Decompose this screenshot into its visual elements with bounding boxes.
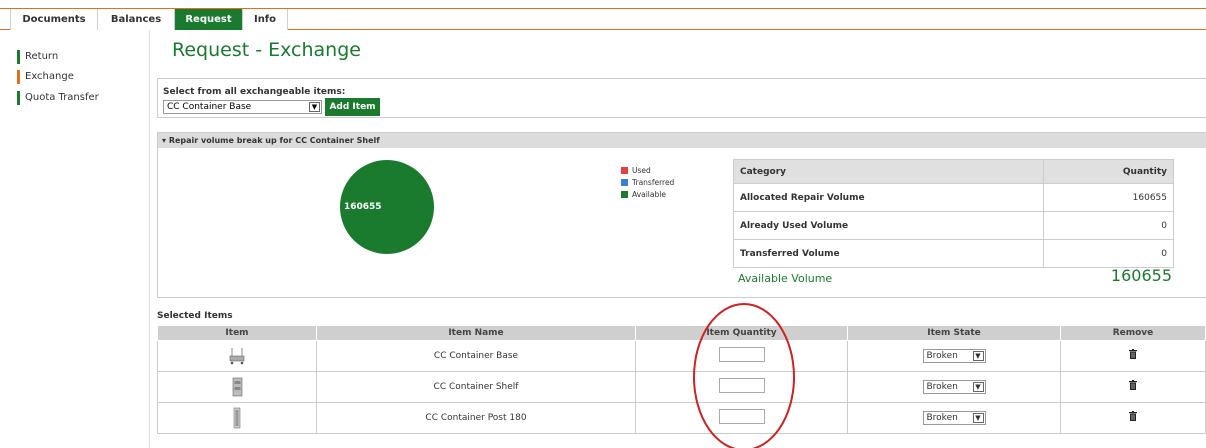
item-state-select[interactable]: Broken ▼ <box>922 410 986 425</box>
item-state-value: Broken <box>926 350 958 361</box>
tab-balances[interactable]: Balances <box>98 9 175 30</box>
repair-volume-panel: ▾ Repair volume break up for CC Containe… <box>157 132 1206 298</box>
item-selector-box: Select from all exchangeable items: CC C… <box>157 78 1206 118</box>
column-header-item-name: Item Name <box>316 326 636 341</box>
collapse-triangle-icon: ▾ <box>162 136 167 145</box>
legend-available-label: Available <box>632 190 666 199</box>
column-header-category: Category <box>733 159 1044 184</box>
repair-panel-header[interactable]: ▾ Repair volume break up for CC Containe… <box>158 133 1206 148</box>
item-quantity-input[interactable] <box>718 346 765 362</box>
repair-volume-table: Category Quantity Allocated Repair Volum… <box>733 159 1174 268</box>
category-cell: Already Used Volume <box>733 211 1044 240</box>
add-item-button[interactable]: Add Item <box>325 98 380 116</box>
legend-used: Used <box>621 165 674 177</box>
quantity-cell: 0 <box>1043 239 1174 268</box>
chevron-down-icon[interactable]: ▼ <box>972 350 984 361</box>
item-name-cell: CC Container Base <box>316 339 636 372</box>
trash-icon[interactable] <box>1129 349 1137 359</box>
item-state-select[interactable]: Broken ▼ <box>922 348 986 363</box>
tab-request[interactable]: Request <box>175 9 243 30</box>
column-header-item: Item <box>157 326 317 341</box>
tab-documents[interactable]: Documents <box>10 9 98 30</box>
pie-legend: Used Transferred Available <box>621 165 674 201</box>
item-quantity-cell <box>635 339 848 372</box>
table-row: Already Used Volume 0 <box>733 211 1174 240</box>
quantity-cell: 160655 <box>1043 183 1174 212</box>
chevron-down-icon[interactable]: ▼ <box>972 381 984 392</box>
sidebar-item-exchange[interactable]: Exchange <box>17 70 74 84</box>
transferred-swatch <box>621 179 628 186</box>
remove-cell <box>1060 401 1206 434</box>
item-quantity-input[interactable] <box>718 377 765 393</box>
main-tabs: Documents Balances Request Info <box>10 9 288 30</box>
item-state-cell: Broken ▼ <box>847 370 1061 403</box>
item-name-cell: CC Container Post 180 <box>316 401 636 434</box>
item-state-cell: Broken ▼ <box>847 339 1061 372</box>
column-header-remove: Remove <box>1060 326 1206 341</box>
container-base-thumbnail <box>229 347 245 364</box>
quantity-cell: 0 <box>1043 211 1174 240</box>
item-thumb-cell <box>157 401 317 434</box>
selected-item-text: CC Container Base <box>167 102 252 112</box>
item-quantity-cell <box>635 370 848 403</box>
table-row: Allocated Repair Volume 160655 <box>733 183 1174 212</box>
top-nav-bar: Documents Balances Request Info <box>0 0 1206 30</box>
page-title: Request - Exchange <box>172 39 361 61</box>
table-row: CC Container Shelf Broken ▼ <box>157 370 1206 403</box>
sidebar: Return Exchange Quota Transfer <box>0 30 150 448</box>
available-volume-value: 160655 <box>1110 266 1172 285</box>
legend-available: Available <box>621 189 674 201</box>
legend-transferred-label: Transferred <box>632 178 675 187</box>
chevron-down-icon[interactable]: ▼ <box>309 102 320 112</box>
legend-used-label: Used <box>632 166 651 175</box>
column-header-quantity: Quantity <box>1043 159 1174 184</box>
legend-transferred: Transferred <box>621 177 674 189</box>
item-state-value: Broken <box>926 381 958 392</box>
table-row: Transferred Volume 0 <box>733 239 1174 268</box>
table-row: CC Container Post 180 Broken ▼ <box>157 401 1206 434</box>
item-quantity-input[interactable] <box>718 408 765 424</box>
sidebar-item-return[interactable]: Return <box>17 50 58 64</box>
category-cell: Transferred Volume <box>733 239 1044 268</box>
remove-cell <box>1060 339 1206 372</box>
used-swatch <box>621 167 628 174</box>
item-thumb-cell <box>157 339 317 372</box>
item-state-cell: Broken ▼ <box>847 401 1061 434</box>
selector-label: Select from all exchangeable items: <box>163 87 346 97</box>
item-thumb-cell <box>157 370 317 403</box>
table-row: CC Container Base Broken ▼ <box>157 339 1206 372</box>
category-cell: Allocated Repair Volume <box>733 183 1044 212</box>
item-name-cell: CC Container Shelf <box>316 370 636 403</box>
available-volume-label: Available Volume <box>738 272 833 285</box>
chevron-down-icon[interactable]: ▼ <box>972 412 984 423</box>
selected-items-table: Item Item Name Item Quantity Item State … <box>157 326 1206 434</box>
sidebar-item-quota-transfer[interactable]: Quota Transfer <box>17 91 99 105</box>
selected-items-title: Selected Items <box>157 311 233 321</box>
remove-cell <box>1060 370 1206 403</box>
pie-slice-label: 160655 <box>344 202 382 212</box>
column-header-item-state: Item State <box>847 326 1061 341</box>
item-state-select[interactable]: Broken ▼ <box>922 379 986 394</box>
table-header-row: Category Quantity <box>733 159 1174 184</box>
container-post-thumbnail <box>233 407 241 428</box>
column-header-item-quantity: Item Quantity <box>635 326 848 341</box>
available-swatch <box>621 191 628 198</box>
item-quantity-cell <box>635 401 848 434</box>
item-state-value: Broken <box>926 412 958 423</box>
trash-icon[interactable] <box>1129 411 1137 421</box>
container-shelf-thumbnail <box>232 377 243 396</box>
repair-panel-title: Repair volume break up for CC Container … <box>168 136 380 145</box>
tab-info[interactable]: Info <box>243 9 288 30</box>
exchangeable-items-select[interactable]: CC Container Base ▼ <box>163 100 322 114</box>
table-header-row: Item Item Name Item Quantity Item State … <box>157 326 1206 341</box>
trash-icon[interactable] <box>1129 380 1137 390</box>
